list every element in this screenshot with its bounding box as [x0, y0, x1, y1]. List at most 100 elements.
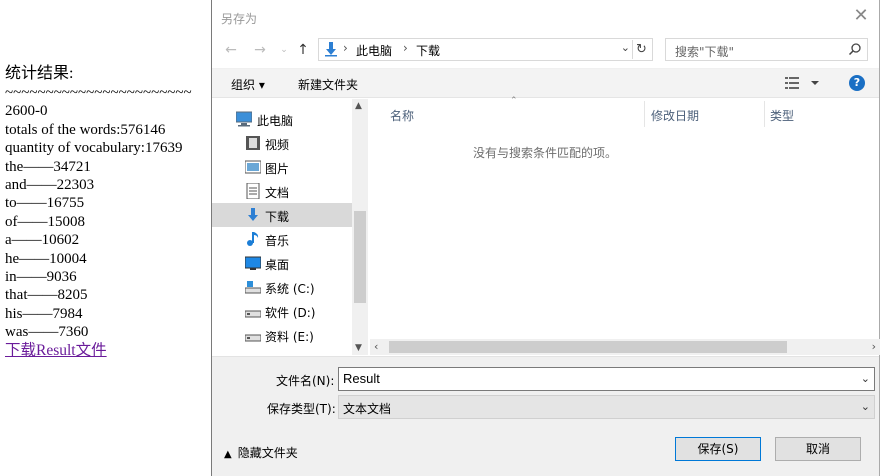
- filetype-label: 保存类型(T):: [267, 402, 336, 416]
- hide-folders-toggle[interactable]: ▲ 隐藏文件夹: [224, 444, 298, 461]
- new-folder-button[interactable]: 新建文件夹: [298, 76, 358, 93]
- filename-field[interactable]: ⌄: [338, 367, 875, 391]
- refresh-icon[interactable]: ↻: [632, 40, 650, 59]
- breadcrumb-separator-icon: ›: [403, 41, 408, 55]
- column-divider[interactable]: [644, 101, 645, 127]
- column-header-type[interactable]: 类型: [770, 107, 794, 124]
- download-icon: [245, 207, 261, 223]
- result-line: that——8205: [5, 287, 88, 304]
- nav-item-drive-c[interactable]: 系统 (C:): [212, 275, 352, 299]
- page-title: 统计结果:: [5, 65, 74, 82]
- result-line: his——7984: [5, 305, 83, 322]
- result-line: was——7360: [5, 324, 89, 341]
- desktop-icon: [244, 255, 262, 271]
- breadcrumb-this-pc[interactable]: 此电脑: [356, 42, 392, 59]
- search-icon: [848, 42, 862, 59]
- nav-item-label: 下载: [265, 210, 290, 224]
- cancel-button[interactable]: 取消: [775, 437, 861, 461]
- nav-item-label: 资料 (E:): [265, 330, 314, 344]
- help-icon[interactable]: ?: [849, 75, 865, 91]
- result-line: totals of the words:576146: [5, 121, 166, 138]
- back-arrow-icon[interactable]: ←: [222, 41, 240, 59]
- music-icon: [245, 231, 261, 247]
- nav-item-label: 系统 (C:): [265, 282, 315, 296]
- nav-item-desktop[interactable]: 桌面: [212, 251, 352, 275]
- filename-input[interactable]: [343, 371, 843, 386]
- result-line: quantity of vocabulary:17639: [5, 140, 183, 157]
- view-options-icon[interactable]: [785, 76, 819, 93]
- dialog-titlebar: 另存为 ✕: [212, 0, 879, 34]
- nav-item-videos[interactable]: 视频: [212, 131, 352, 155]
- command-toolbar: 组织 ▾ 新建文件夹 ?: [212, 68, 879, 98]
- scroll-down-icon[interactable]: ▼: [355, 343, 362, 353]
- nav-item-this-pc[interactable]: 此电脑: [212, 107, 352, 131]
- drive-icon: [244, 279, 262, 295]
- download-location-icon: [323, 41, 339, 60]
- nav-item-label: 桌面: [265, 258, 290, 272]
- address-dropdown-icon[interactable]: ⌄: [621, 41, 630, 54]
- result-line: of——15008: [5, 213, 85, 230]
- pictures-icon: [244, 159, 262, 175]
- forward-arrow-icon[interactable]: →: [251, 41, 269, 59]
- breadcrumb-downloads[interactable]: 下载: [416, 42, 440, 59]
- result-line: he——10004: [5, 250, 87, 267]
- close-icon[interactable]: ✕: [849, 4, 873, 28]
- result-line: a——10602: [5, 232, 80, 249]
- up-arrow-icon[interactable]: ↑: [294, 41, 312, 59]
- save-as-dialog: 另存为 ✕ ← → ⌄ ↑ › 此电脑 › 下载 ⌄ ↻ 搜索"下载" 组织 ▾…: [211, 0, 880, 476]
- filename-label: 文件名(N):: [276, 374, 335, 388]
- horizontal-scrollbar[interactable]: ‹ ›: [370, 339, 880, 355]
- nav-item-music[interactable]: 音乐: [212, 227, 352, 251]
- sort-arrow-icon: ⌃: [510, 96, 518, 106]
- nav-scrollbar[interactable]: ▲ ▼: [352, 99, 368, 355]
- nav-item-label: 文档: [265, 186, 290, 200]
- recent-chevron-icon[interactable]: ⌄: [275, 41, 293, 59]
- column-divider[interactable]: [764, 101, 765, 127]
- nav-item-pictures[interactable]: 图片: [212, 155, 352, 179]
- result-line: and——22303: [5, 177, 95, 194]
- result-page: 统计结果: ~~~~~~~~~~~~~~~~~~~~~~~ 2600-0 tot…: [5, 64, 210, 360]
- file-list: ⌃ 名称 修改日期 类型 没有与搜索条件匹配的项。: [370, 96, 880, 339]
- nav-item-documents[interactable]: 文档: [212, 179, 352, 203]
- column-header-name[interactable]: 名称: [390, 107, 414, 124]
- result-line: in——9036: [5, 269, 77, 286]
- breadcrumb-separator-icon: ›: [343, 41, 348, 55]
- column-header-date[interactable]: 修改日期: [651, 107, 699, 124]
- nav-scrollbar-thumb[interactable]: [354, 211, 366, 303]
- nav-item-label: 图片: [265, 162, 290, 176]
- chevron-down-icon[interactable]: ⌄: [861, 400, 870, 413]
- address-row: ← → ⌄ ↑ › 此电脑 › 下载 ⌄ ↻ 搜索"下载": [212, 35, 879, 65]
- chevron-down-icon[interactable]: ⌄: [861, 372, 870, 385]
- organize-button[interactable]: 组织 ▾: [231, 76, 265, 93]
- separator-line: ~~~~~~~~~~~~~~~~~~~~~~~: [5, 85, 192, 101]
- result-line: to——16755: [5, 195, 85, 212]
- search-placeholder: 搜索"下载": [675, 45, 735, 59]
- nav-item-drive-d[interactable]: 软件 (D:): [212, 299, 352, 323]
- hide-folders-label: 隐藏文件夹: [237, 446, 298, 460]
- drive-icon: [244, 327, 262, 343]
- horizontal-scrollbar-thumb[interactable]: [389, 341, 787, 353]
- address-bar[interactable]: › 此电脑 › 下载 ⌄ ↻: [318, 38, 653, 61]
- download-result-link[interactable]: 下载Result文件: [5, 342, 210, 360]
- video-icon: [245, 135, 261, 151]
- save-button[interactable]: 保存(S): [675, 437, 761, 461]
- search-input[interactable]: 搜索"下载": [665, 38, 868, 61]
- scroll-right-icon[interactable]: ›: [872, 340, 876, 353]
- nav-item-downloads[interactable]: 下载: [212, 203, 352, 227]
- filetype-value: 文本文档: [343, 402, 392, 416]
- nav-item-label: 软件 (D:): [265, 306, 316, 320]
- scroll-left-icon[interactable]: ‹: [374, 340, 378, 353]
- drive-icon: [244, 303, 262, 319]
- nav-item-drive-e[interactable]: 资料 (E:): [212, 323, 352, 347]
- result-line: the——34721: [5, 158, 91, 175]
- nav-item-label: 此电脑: [257, 114, 294, 128]
- result-line: 2600-0: [5, 103, 48, 120]
- dialog-title: 另存为: [221, 12, 258, 26]
- documents-icon: [245, 182, 261, 200]
- empty-message: 没有与搜索条件匹配的项。: [472, 146, 617, 160]
- nav-item-label: 视频: [265, 138, 290, 152]
- save-options-panel: 文件名(N): ⌄ 保存类型(T): 文本文档 ⌄ ▲ 隐藏文件夹 保存(S) 取…: [212, 356, 879, 476]
- chevron-up-icon: ▲: [224, 449, 232, 460]
- filetype-select[interactable]: 文本文档 ⌄: [338, 395, 875, 419]
- scroll-up-icon[interactable]: ▲: [355, 101, 362, 111]
